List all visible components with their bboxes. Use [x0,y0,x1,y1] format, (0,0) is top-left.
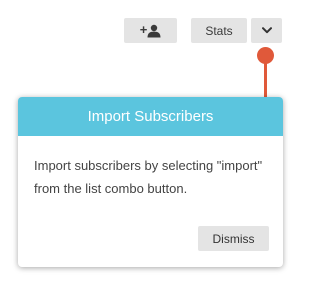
chevron-down-icon [261,27,272,34]
tour-popover-message: Import subscribers by selecting "import"… [34,158,263,196]
dismiss-button[interactable]: Dismiss [198,226,269,251]
tour-pointer-dot [257,47,274,64]
tour-popover-title: Import Subscribers [87,108,214,125]
stats-button-label: Stats [205,23,233,38]
dismiss-button-label: Dismiss [212,231,255,246]
add-subscriber-button[interactable]: + [124,18,177,43]
tour-popover: Import Subscribers Import subscribers by… [18,97,283,267]
list-combo-toggle-button[interactable] [251,18,282,43]
add-user-icon [147,24,161,37]
plus-icon: + [139,21,148,37]
stats-button[interactable]: Stats [191,18,247,43]
tour-popover-header: Import Subscribers [18,97,283,136]
